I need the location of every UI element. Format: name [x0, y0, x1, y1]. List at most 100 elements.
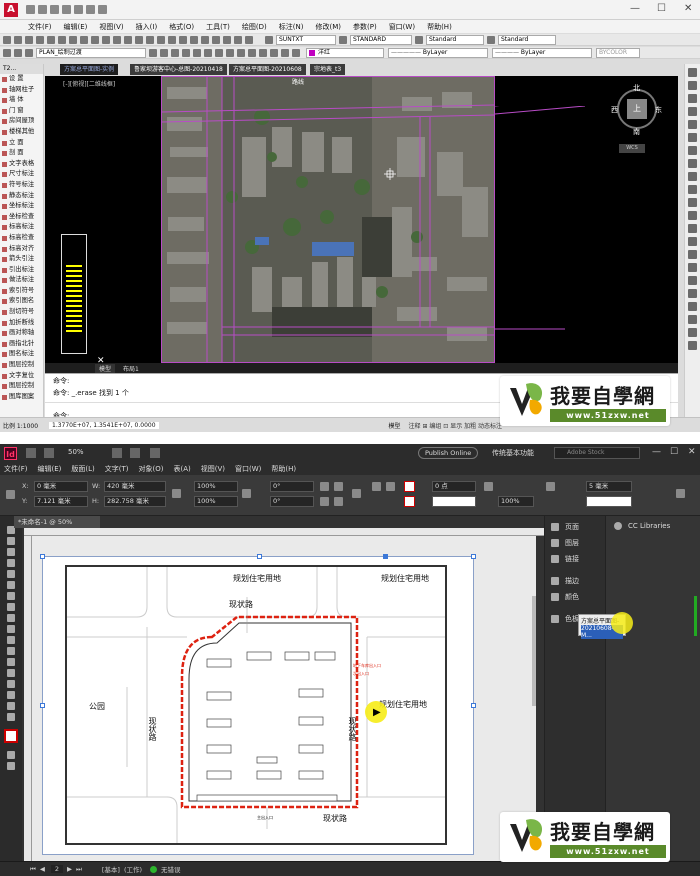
layer-unlock-icon[interactable]	[237, 48, 245, 57]
hand-tool-icon[interactable]	[7, 702, 15, 710]
sun-icon[interactable]	[25, 48, 33, 57]
screen-mode-icon[interactable]	[130, 448, 140, 458]
join-icon[interactable]	[688, 224, 697, 233]
table-style-dropdown[interactable]: Standard	[426, 34, 484, 45]
compass-west[interactable]: 西	[611, 105, 618, 115]
page-number-field[interactable]: 2	[50, 865, 63, 873]
stock-icon[interactable]	[44, 448, 54, 458]
copy-icon[interactable]	[80, 35, 88, 44]
y-position-field[interactable]: 7.121 毫米	[34, 496, 88, 507]
compass-north[interactable]: 北	[633, 83, 640, 93]
layer-merge-icon[interactable]	[259, 48, 267, 57]
panel-menu-icon[interactable]	[676, 489, 685, 498]
move-icon[interactable]	[688, 133, 697, 142]
panel-stroke[interactable]: 描边	[551, 574, 579, 588]
panel-color[interactable]: 颜色	[551, 590, 579, 604]
compass-south[interactable]: 南	[633, 127, 640, 137]
scale-x-field[interactable]: 100%	[194, 481, 238, 492]
layer-previous-icon[interactable]	[160, 48, 168, 57]
palette-item[interactable]: 剖 面	[0, 148, 43, 159]
view-options-icon[interactable]	[112, 448, 122, 458]
placed-site-plan-frame[interactable]: 规划住宅用地 规划住宅用地 现状路 公园 现状路 现状路 规划住宅用地 现状路 …	[65, 565, 447, 845]
zoom-realtime-icon[interactable]	[146, 35, 154, 44]
mleader-style-dropdown[interactable]: Standard	[498, 34, 556, 45]
text-style-icon[interactable]	[265, 35, 273, 44]
menu-edit[interactable]: 编辑(E)	[64, 22, 88, 32]
stock-search-input[interactable]: Adobe Stock	[554, 447, 640, 459]
palette-item[interactable]: 加折断线	[0, 318, 43, 329]
layer-walk-icon[interactable]	[248, 48, 256, 57]
palette-item[interactable]: 文字表格	[0, 159, 43, 170]
height-field[interactable]: 282.758 毫米	[104, 496, 166, 507]
menu-parameters[interactable]: 参数(P)	[353, 22, 377, 32]
width-field[interactable]: 420 毫米	[104, 481, 166, 492]
preflight-status[interactable]: 无错误	[161, 864, 181, 874]
dim-style-dropdown[interactable]: STANDARD	[350, 34, 412, 45]
help-icon[interactable]	[245, 35, 253, 44]
menu-draw[interactable]: 绘图(D)	[242, 22, 267, 32]
text-icon[interactable]	[688, 328, 697, 337]
menu-modify[interactable]: 修改(M)	[315, 22, 341, 32]
eyedropper-tool-icon[interactable]	[7, 691, 15, 699]
table-style-icon[interactable]	[415, 35, 423, 44]
palette-item[interactable]: 轴网柱子	[0, 85, 43, 96]
palette-item[interactable]: 尺寸标注	[0, 169, 43, 180]
pencil-tool-icon[interactable]	[7, 614, 15, 622]
undo-icon[interactable]	[86, 5, 95, 14]
palette-item[interactable]: 门 窗	[0, 106, 43, 117]
status-model[interactable]: 模型	[389, 421, 401, 430]
menu-insert[interactable]: 插入(I)	[136, 22, 158, 32]
pan-icon[interactable]	[135, 35, 143, 44]
palette-item[interactable]: 图层控制	[0, 360, 43, 371]
content-collector-icon[interactable]	[7, 570, 15, 578]
viewcube-top-face[interactable]: 上	[627, 99, 647, 119]
panel-layers[interactable]: 图层	[551, 536, 579, 550]
publish-online-button[interactable]: Publish Online	[418, 447, 479, 459]
line-icon[interactable]	[688, 276, 697, 285]
rotation-field[interactable]: 0°	[270, 481, 314, 492]
array-icon[interactable]	[688, 120, 697, 129]
selection-handle-tc[interactable]	[257, 554, 262, 559]
menu-table[interactable]: 表(A)	[174, 464, 191, 474]
first-page-icon[interactable]: ⏮	[30, 865, 36, 874]
arrange-documents-icon[interactable]	[150, 448, 160, 458]
minimize-icon[interactable]: —	[652, 447, 661, 457]
panel-swatches[interactable]: 色板	[551, 612, 579, 626]
design-center-icon[interactable]	[190, 35, 198, 44]
layer-lock-icon[interactable]	[226, 48, 234, 57]
quickcalc-icon[interactable]	[234, 35, 242, 44]
viewport-controls[interactable]: [-][俯视][二维线框]	[63, 79, 115, 88]
properties-icon[interactable]	[179, 35, 187, 44]
palette-item[interactable]: 标高检查	[0, 233, 43, 244]
circle-icon[interactable]	[688, 302, 697, 311]
doc-tab-site-plan-0608[interactable]: 方案总平面图-20210608	[229, 64, 306, 75]
save-as-icon[interactable]	[62, 5, 71, 14]
free-transform-tool-icon[interactable]	[7, 658, 15, 666]
menu-dimension[interactable]: 标注(N)	[279, 22, 304, 32]
p-flip-icon[interactable]	[352, 489, 361, 498]
layer-dropdown[interactable]: PLAN_绘制过渡	[36, 47, 146, 58]
doc-tab-site-plan-example[interactable]: 方案总平面图-实例	[60, 64, 119, 75]
print-icon[interactable]	[36, 35, 44, 44]
selection-handle-mr[interactable]	[471, 703, 476, 708]
save-icon[interactable]	[25, 35, 33, 44]
autocad-logo[interactable]: A	[4, 3, 18, 17]
flip-horizontal-icon[interactable]	[320, 497, 329, 506]
panel-links[interactable]: 链接	[551, 552, 579, 566]
palette-item[interactable]: 标高标注	[0, 222, 43, 233]
tab-layout1[interactable]: 布局1	[123, 364, 139, 373]
content-grabber-icon[interactable]	[383, 554, 388, 559]
preflight-profile-label[interactable]: (工作)	[124, 864, 142, 874]
menu-help[interactable]: 帮助(H)	[271, 464, 296, 474]
save-icon[interactable]	[50, 5, 59, 14]
layer-match-icon[interactable]	[182, 48, 190, 57]
light-bulb-icon[interactable]	[14, 48, 22, 57]
make-current-icon[interactable]	[149, 48, 157, 57]
pen-tool-icon[interactable]	[7, 603, 15, 611]
palette-item[interactable]: 坐标检查	[0, 212, 43, 223]
layer-copy-icon[interactable]	[281, 48, 289, 57]
redo-icon[interactable]	[98, 5, 107, 14]
paste-icon[interactable]	[91, 35, 99, 44]
trim-icon[interactable]	[688, 185, 697, 194]
palette-item[interactable]: 引出标注	[0, 265, 43, 276]
